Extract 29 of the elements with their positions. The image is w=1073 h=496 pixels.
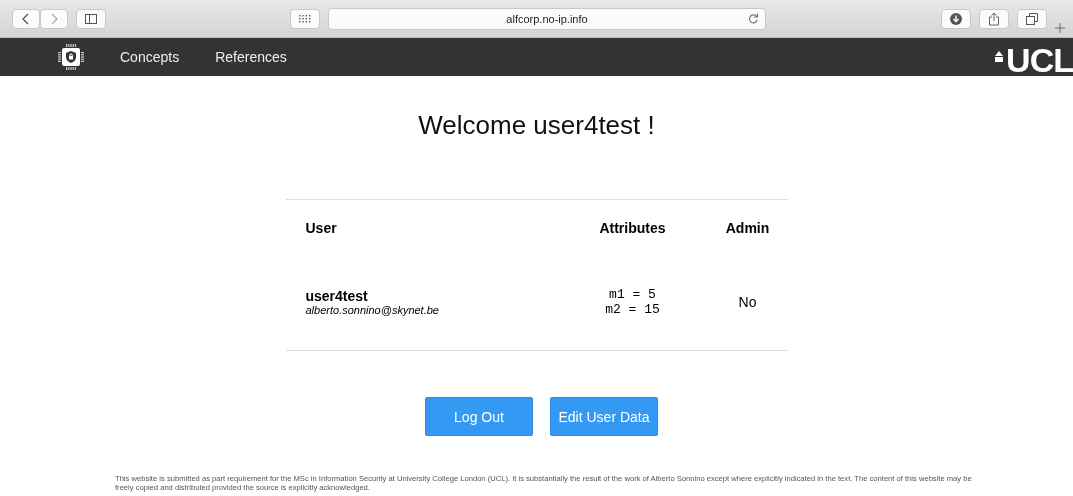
share-button[interactable] <box>979 8 1009 29</box>
page-title: Welcome user4test ! <box>417 110 656 141</box>
column-header: Attributes <box>598 219 667 238</box>
new-tab-icon[interactable] <box>1055 23 1065 33</box>
grid-icon <box>299 14 311 23</box>
column-header: Admin <box>724 219 771 238</box>
admin-value: No <box>738 294 757 310</box>
ucl-logo[interactable]: UCL <box>1006 43 1073 76</box>
back-icon <box>22 12 30 25</box>
attribute-value: m1 = 5 <box>609 287 656 302</box>
column-header: User <box>304 219 338 238</box>
download-button[interactable] <box>941 8 971 29</box>
sidebar-button[interactable] <box>76 8 106 29</box>
address-bar[interactable]: alfcorp.no-ip.info <box>328 7 766 30</box>
sidebar-icon <box>85 13 97 24</box>
grid-button[interactable] <box>290 8 320 29</box>
attribute-value: m2 = 15 <box>605 302 660 317</box>
portico-icon <box>994 51 1005 63</box>
tabs-button[interactable] <box>1017 8 1047 29</box>
nav-link[interactable]: References <box>215 49 287 65</box>
download-icon <box>950 12 962 25</box>
share-icon <box>988 11 1000 26</box>
tabs-icon <box>1026 12 1038 25</box>
reload-icon <box>748 13 759 24</box>
user-email: alberto.sonnino@skynet.be <box>305 304 440 316</box>
nav-link[interactable]: Concepts <box>120 49 180 65</box>
forward-icon <box>50 12 58 25</box>
shield-chip-logo[interactable] <box>58 44 84 70</box>
user-name: user4test <box>305 288 369 304</box>
